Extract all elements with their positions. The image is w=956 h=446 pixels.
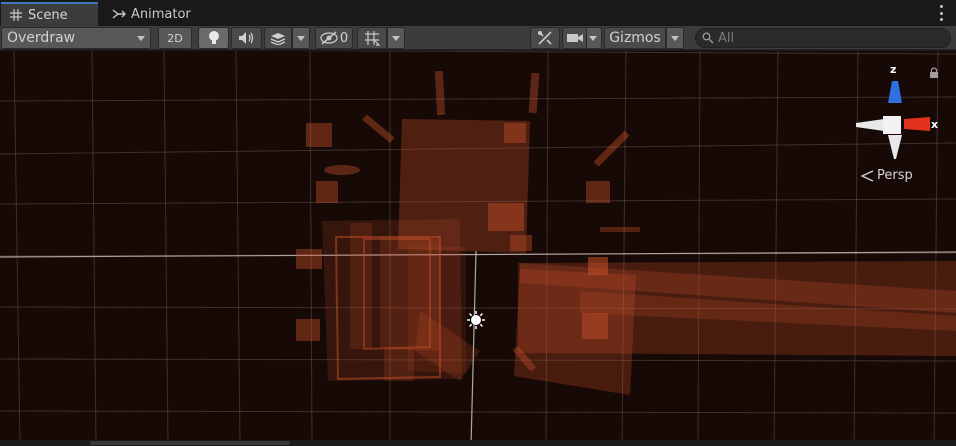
layers-icon — [270, 33, 286, 45]
tools-button[interactable] — [530, 27, 560, 49]
chevron-down-icon — [671, 36, 679, 41]
audio-toggle-button[interactable] — [231, 27, 262, 49]
gizmos-button[interactable]: Gizmos — [604, 27, 666, 49]
draw-mode-dropdown[interactable]: Overdraw — [1, 27, 151, 49]
tools-icon — [538, 31, 552, 45]
tab-scene[interactable]: Scene — [1, 2, 98, 26]
hidden-eye-icon — [320, 31, 338, 45]
effects-toggle-button[interactable] — [264, 27, 292, 49]
animator-icon — [112, 7, 126, 21]
search-icon — [702, 32, 714, 44]
chevron-down-icon — [392, 36, 400, 41]
neg-x-axis-cone[interactable] — [856, 119, 884, 131]
scroll-thumb[interactable] — [90, 441, 290, 445]
effects-dropdown[interactable] — [292, 27, 310, 49]
chevron-down-icon — [589, 36, 597, 41]
search-input[interactable] — [718, 30, 938, 46]
lightbulb-icon — [208, 31, 219, 44]
speaker-icon — [238, 32, 253, 44]
projection-label: Persp — [877, 168, 913, 183]
z-axis-cone[interactable] — [888, 81, 902, 103]
horizontal-scrollbar[interactable] — [0, 440, 956, 446]
scene-overdraw-render — [0, 51, 956, 446]
grid-snap-icon — [365, 31, 380, 46]
orientation-gizmo[interactable]: z x — [848, 61, 944, 181]
gizmos-dropdown[interactable] — [666, 27, 684, 49]
tab-animator[interactable]: Animator — [104, 2, 202, 26]
scene-visibility-button[interactable]: 0 — [315, 27, 353, 49]
x-axis-cone[interactable] — [904, 117, 930, 131]
scene-viewport[interactable]: z x Persp — [0, 51, 956, 446]
grid-icon — [9, 8, 23, 22]
x-axis-label: x — [931, 118, 938, 131]
projection-toggle[interactable]: Persp — [860, 168, 913, 183]
camera-dropdown[interactable] — [586, 27, 602, 49]
toggle-2d-button[interactable]: 2D — [158, 27, 192, 49]
lighting-toggle-button[interactable] — [198, 27, 229, 49]
gizmo-center-cube[interactable] — [883, 116, 901, 134]
tab-scene-label: Scene — [28, 7, 68, 23]
chevron-down-icon — [137, 36, 145, 41]
draw-mode-label: Overdraw — [7, 30, 76, 46]
z-axis-label: z — [890, 63, 896, 76]
perspective-icon — [860, 169, 874, 182]
lock-icon[interactable] — [929, 67, 939, 79]
gizmos-label: Gizmos — [609, 30, 661, 46]
neg-y-axis-cone[interactable] — [888, 135, 902, 159]
hidden-count: 0 — [339, 30, 349, 46]
chevron-down-icon — [297, 36, 305, 41]
camera-icon — [567, 34, 583, 42]
camera-button[interactable] — [562, 27, 588, 49]
scene-toolbar: Overdraw 2D 0 Gizmos — [0, 26, 956, 50]
tab-bar: Scene Animator — [0, 0, 956, 26]
light-icon — [467, 311, 485, 329]
hierarchy-search — [695, 28, 951, 48]
more-options-icon[interactable] — [938, 5, 944, 21]
grid-toggle-button[interactable] — [357, 27, 387, 49]
tab-animator-label: Animator — [131, 6, 191, 22]
grid-axis-horizontal — [0, 251, 956, 258]
toggle-2d-label: 2D — [167, 31, 183, 45]
grid-dropdown[interactable] — [387, 27, 405, 49]
